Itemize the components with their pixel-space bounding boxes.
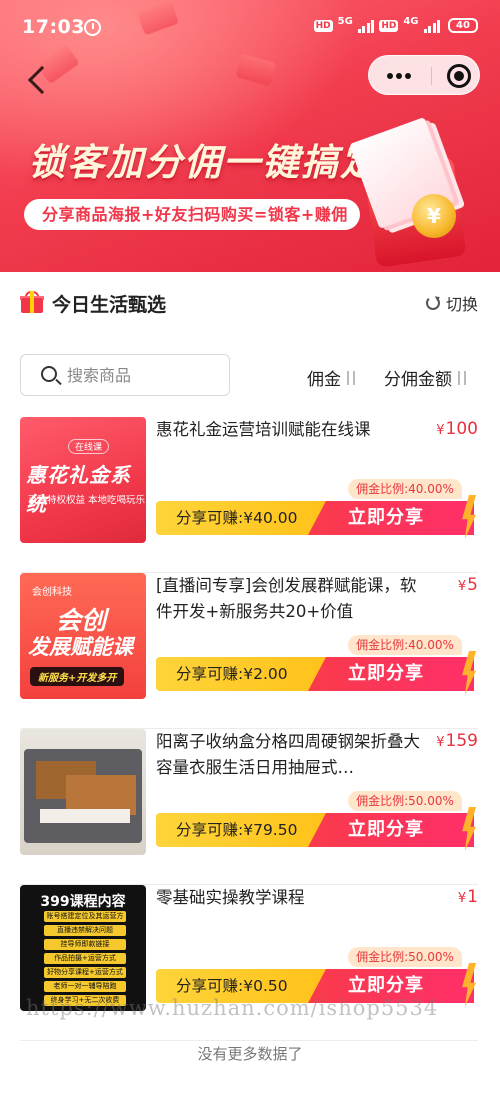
thumb-subline: 百种特权权益 本地吃喝玩乐 [28,495,146,506]
thumb-row: 好物分享课程+运营方式 [44,967,126,978]
product-title[interactable]: 惠花礼金运营培训赋能在线课 [156,417,424,443]
signal-icon [357,19,375,33]
watermark: https://www.huzhan.com/ishop5534 [26,996,439,1020]
product-thumbnail[interactable]: 399课程内容 账号搭建定位及其运营方法 直播违禁解决问题 挂导师即款链接 作品… [20,885,146,1011]
share-earn-bar[interactable]: 分享可赚:¥40.00 立即分享 [156,495,476,539]
hd-badge: HD [379,19,399,32]
divider [20,1040,478,1041]
banner-subtitle: 分享商品海报+好友扫码购买=锁客+赚佣 [24,199,360,230]
sort-by-amount[interactable]: 分佣金额 [384,365,469,390]
close-miniprogram-button[interactable] [447,64,471,88]
thumb-logo: 会创科技 [32,587,72,598]
alarm-icon [84,19,101,36]
capsule-divider [431,67,432,85]
commission-ratio-badge: 佣金比例:50.00% [348,947,462,967]
currency-symbol: ¥ [436,423,445,438]
mini-program-capsule [368,55,480,95]
share-earn-bar[interactable]: 分享可赚:¥2.00 立即分享 [156,651,476,695]
search-input[interactable] [67,355,227,395]
price-value: 159 [445,731,478,751]
network-type-label: 5G [337,15,353,27]
thumb-tag: 在线课 [68,439,110,454]
share-now-button[interactable]: 立即分享 [308,501,474,535]
sort-amount-label: 分佣金额 [384,370,452,390]
status-indicators: HD 5G HD 4G 40 [313,15,478,33]
commission-ratio-badge: 佣金比例:40.00% [348,479,462,499]
thumb-row: 账号搭建定位及其运营方法 [44,911,126,931]
product-thumbnail[interactable] [20,729,146,855]
promo-banner: 17:03 HD 5G HD 4G 40 锁客加分佣一键搞定 分享商品海报+好友… [0,0,500,272]
share-earn-bar[interactable]: 分享可赚:¥79.50 立即分享 [156,807,476,851]
sort-arrows-icon [346,370,358,386]
share-now-button[interactable]: 立即分享 [308,657,474,691]
switch-button[interactable]: 切换 [426,291,478,315]
earn-amount: 分享可赚:¥79.50 [156,813,326,847]
sort-by-commission[interactable]: 佣金 [307,365,358,390]
signal-icon [423,19,440,33]
no-more-data-text: 没有更多数据了 [197,1045,303,1063]
currency-symbol: ¥ [457,891,467,906]
red-envelope-icon: ¥ [349,117,470,268]
thumb-headline: 发展赋能课 [28,635,133,659]
more-menu-button[interactable] [369,56,429,96]
product-thumbnail[interactable]: 会创科技 会创 发展赋能课 新服务+开发多开 [20,573,146,699]
price-value: 5 [467,575,478,595]
thumb-row: 直播违禁解决问题 [44,925,126,936]
thumb-row: 挂导师即款链接 [44,939,126,950]
status-time: 17:03 [22,16,85,38]
product-price: ¥100 [436,419,478,439]
folded-item [40,809,130,823]
product-title[interactable]: 阳离子收纳盒分格四周硬钢架折叠大容量衣服生活日用抽屉式… [156,729,424,781]
product-card[interactable]: 会创科技 会创 发展赋能课 新服务+开发多开 [直播间专享]会创发展群赋能课，软… [0,573,500,729]
banner-title: 锁客加分佣一键搞定 [28,141,379,184]
thumb-headline: 399课程内容 [40,894,126,910]
product-title[interactable]: [直播间专享]会创发展群赋能课，软件开发+新服务共20+价值 [156,573,424,625]
earn-amount: 分享可赚:¥40.00 [156,501,326,535]
product-thumbnail[interactable]: 在线课 惠花礼金系统 百种特权权益 本地吃喝玩乐 [20,417,146,543]
commission-ratio-badge: 佣金比例:40.00% [348,635,462,655]
thumb-subline: 新服务+开发多开 [30,667,125,686]
commission-ratio-badge: 佣金比例:50.00% [348,791,462,811]
product-price: ¥5 [458,575,478,595]
product-price: ¥159 [436,731,478,751]
product-card[interactable]: 阳离子收纳盒分格四周硬钢架折叠大容量衣服生活日用抽屉式… ¥159 佣金比例:5… [0,729,500,885]
price-value: 100 [445,419,478,439]
sort-commission-label: 佣金 [307,370,341,390]
coin-icon: ¥ [412,194,456,238]
thumb-headline: 惠花礼金系统 [26,463,131,516]
status-bar: 17:03 HD 5G HD 4G 40 [0,0,500,56]
hd-badge: HD [313,19,333,32]
network-type-label: 4G [403,15,419,27]
section-title: 今日生活甄选 [52,294,167,316]
product-title[interactable]: 零基础实操教学课程 [156,885,424,911]
refresh-icon [426,296,440,310]
gift-icon [20,291,44,315]
battery-icon: 40 [448,18,478,33]
search-icon [41,366,57,382]
thumb-row: 老师一对一辅导陪跑 [44,981,126,992]
share-now-button[interactable]: 立即分享 [308,813,474,847]
price-value: 1 [467,887,478,907]
back-button[interactable] [24,64,54,98]
thumb-row: 作品拍摄+运营方式 [44,953,126,964]
switch-label: 切换 [446,295,479,314]
earn-amount: 分享可赚:¥2.00 [156,657,326,691]
product-card[interactable]: 在线课 惠花礼金系统 百种特权权益 本地吃喝玩乐 惠花礼金运营培训赋能在线课 ¥… [0,417,500,573]
currency-symbol: ¥ [457,579,467,594]
search-box[interactable] [20,354,230,396]
sort-arrows-icon [457,370,469,386]
decor-envelope-icon [235,53,277,87]
product-price: ¥1 [458,887,478,907]
currency-symbol: ¥ [436,735,445,750]
